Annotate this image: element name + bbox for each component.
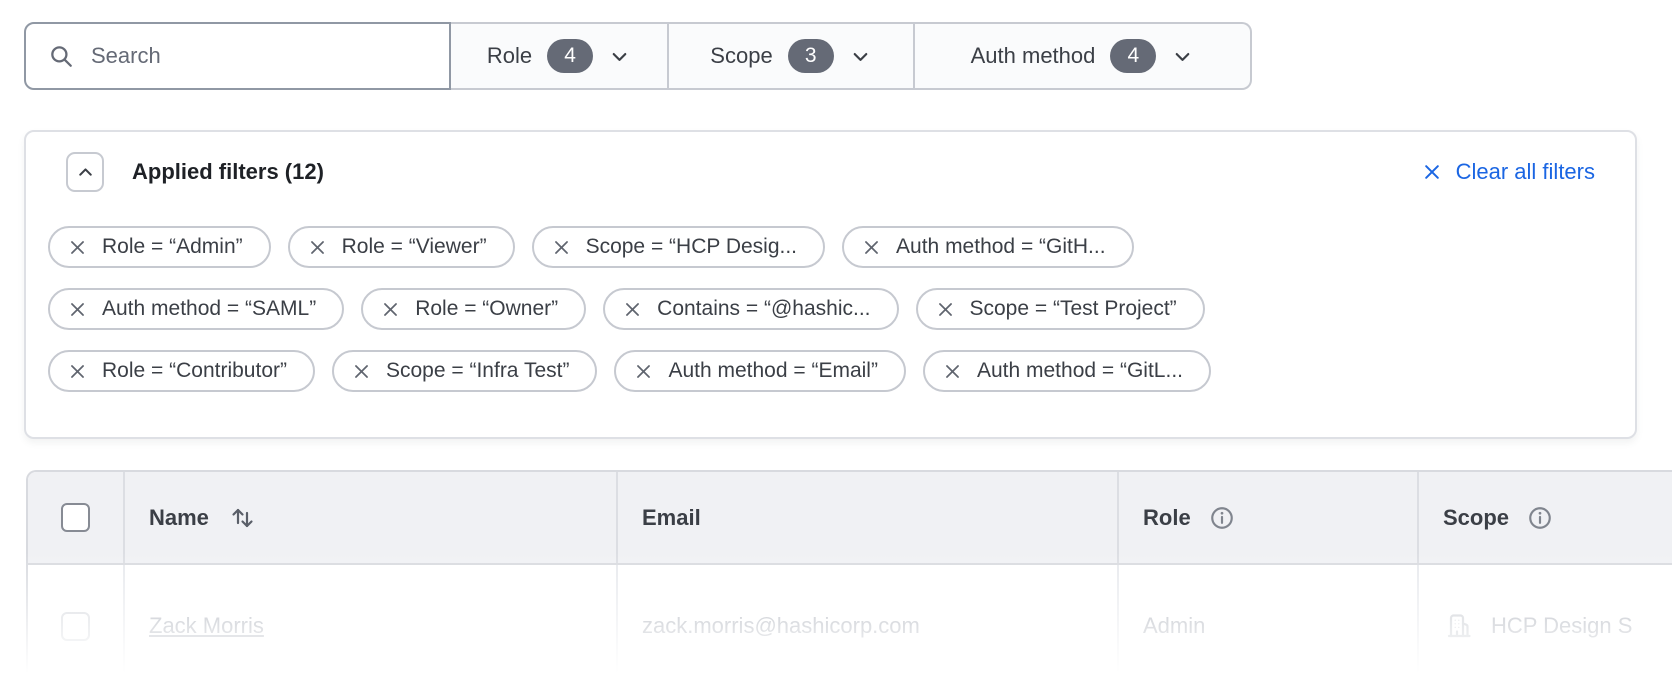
chip-dismiss-icon[interactable] xyxy=(308,238,327,257)
chip-dismiss-icon[interactable] xyxy=(68,300,87,319)
chip-dismiss-icon[interactable] xyxy=(943,362,962,381)
chip-label: Scope = “HCP Desig... xyxy=(586,235,797,259)
chip-dismiss-icon[interactable] xyxy=(552,238,571,257)
member-scope: HCP Design S xyxy=(1491,613,1632,639)
filter-chip: Contains = “@hashic... xyxy=(603,288,898,330)
chip-dismiss-icon[interactable] xyxy=(634,362,653,381)
member-name-link[interactable]: Zack Morris xyxy=(149,613,264,639)
chevron-down-icon xyxy=(1171,45,1194,68)
chip-row: Auth method = “SAML” Role = “Owner” Cont… xyxy=(48,288,1635,330)
chip-label: Auth method = “GitH... xyxy=(896,235,1106,259)
member-email: zack.morris@hashicorp.com xyxy=(642,613,920,639)
applied-filters-header: Applied filters (12) Clear all filters xyxy=(26,132,1635,192)
chip-dismiss-icon[interactable] xyxy=(381,300,400,319)
chevron-down-icon xyxy=(849,45,872,68)
table-header-row: Name Email Role Scope xyxy=(28,472,1672,565)
select-all-checkbox[interactable] xyxy=(61,503,90,532)
chip-dismiss-icon[interactable] xyxy=(936,300,955,319)
applied-filters-title: Applied filters (12) xyxy=(132,159,324,185)
chip-dismiss-icon[interactable] xyxy=(68,238,87,257)
role-filter-label: Role xyxy=(487,43,532,69)
applied-filters-panel: Applied filters (12) Clear all filters R… xyxy=(24,130,1637,439)
scope-filter-count-badge: 3 xyxy=(788,39,834,73)
chip-label: Scope = “Test Project” xyxy=(970,297,1177,321)
chip-label: Auth method = “Email” xyxy=(668,359,878,383)
auth-method-filter-button[interactable]: Auth method 4 xyxy=(913,24,1250,88)
members-table: Name Email Role Scope xyxy=(26,470,1672,687)
chip-dismiss-icon[interactable] xyxy=(623,300,642,319)
info-icon[interactable] xyxy=(1209,505,1235,531)
chip-row: Role = “Admin” Role = “Viewer” Scope = “… xyxy=(48,226,1635,268)
organization-building-icon xyxy=(1443,610,1475,642)
scope-filter-label: Scope xyxy=(710,43,772,69)
filter-button-group: Role 4 Scope 3 Auth method 4 xyxy=(451,22,1252,90)
member-role: Admin xyxy=(1143,613,1205,639)
sort-arrows-icon[interactable] xyxy=(227,503,257,533)
filter-chip: Scope = “Infra Test” xyxy=(332,350,597,392)
chip-label: Role = “Owner” xyxy=(415,297,558,321)
filter-chip: Scope = “Test Project” xyxy=(916,288,1205,330)
collapse-filters-button[interactable] xyxy=(66,152,104,192)
filter-toolbar: Role 4 Scope 3 Auth method 4 xyxy=(24,22,1252,90)
role-cell: Admin xyxy=(1117,565,1417,687)
scope-cell: HCP Design S xyxy=(1417,565,1672,687)
filter-chip: Role = “Contributor” xyxy=(48,350,315,392)
filter-chip: Scope = “HCP Desig... xyxy=(532,226,825,268)
role-column-header: Role xyxy=(1117,472,1417,563)
filter-chip: Auth method = “Email” xyxy=(614,350,906,392)
chip-dismiss-icon[interactable] xyxy=(352,362,371,381)
close-icon xyxy=(1422,162,1442,182)
role-filter-button[interactable]: Role 4 xyxy=(451,24,667,88)
scope-header-label: Scope xyxy=(1443,505,1509,531)
filter-chip: Auth method = “GitH... xyxy=(842,226,1134,268)
chip-label: Role = “Admin” xyxy=(102,235,243,259)
filter-chip: Role = “Owner” xyxy=(361,288,586,330)
info-icon[interactable] xyxy=(1527,505,1553,531)
name-column-header: Name xyxy=(123,472,616,563)
scope-filter-button[interactable]: Scope 3 xyxy=(667,24,913,88)
auth-method-filter-count-badge: 4 xyxy=(1110,39,1156,73)
chip-row: Role = “Contributor” Scope = “Infra Test… xyxy=(48,350,1635,392)
role-filter-count-badge: 4 xyxy=(547,39,593,73)
chip-label: Auth method = “SAML” xyxy=(102,297,316,321)
chip-label: Role = “Contributor” xyxy=(102,359,287,383)
chip-label: Scope = “Infra Test” xyxy=(386,359,569,383)
filter-chip: Auth method = “SAML” xyxy=(48,288,344,330)
scope-column-header: Scope xyxy=(1417,472,1672,563)
chip-label: Role = “Viewer” xyxy=(342,235,487,259)
email-header-label: Email xyxy=(642,505,701,531)
clear-all-filters-label: Clear all filters xyxy=(1456,159,1595,185)
search-field[interactable] xyxy=(24,22,451,90)
email-cell: zack.morris@hashicorp.com xyxy=(616,565,1117,687)
chip-label: Auth method = “GitL... xyxy=(977,359,1183,383)
chevron-down-icon xyxy=(608,45,631,68)
name-cell: Zack Morris xyxy=(123,565,616,687)
search-input[interactable] xyxy=(91,43,427,69)
search-icon xyxy=(48,43,74,69)
role-header-label: Role xyxy=(1143,505,1191,531)
chip-dismiss-icon[interactable] xyxy=(68,362,87,381)
chip-dismiss-icon[interactable] xyxy=(862,238,881,257)
row-checkbox-cell xyxy=(28,565,123,687)
clear-all-filters-button[interactable]: Clear all filters xyxy=(1422,159,1595,185)
filter-chip: Auth method = “GitL... xyxy=(923,350,1211,392)
row-checkbox[interactable] xyxy=(61,612,90,641)
auth-method-filter-label: Auth method xyxy=(971,43,1096,69)
chevron-up-icon xyxy=(75,162,96,183)
name-header-label: Name xyxy=(149,505,209,531)
table-row: Zack Morris zack.morris@hashicorp.com Ad… xyxy=(28,565,1672,687)
filter-chip: Role = “Viewer” xyxy=(288,226,515,268)
header-checkbox-cell xyxy=(28,472,123,563)
filter-chip: Role = “Admin” xyxy=(48,226,271,268)
chip-label: Contains = “@hashic... xyxy=(657,297,870,321)
email-column-header: Email xyxy=(616,472,1117,563)
filter-chips-area: Role = “Admin” Role = “Viewer” Scope = “… xyxy=(26,192,1635,392)
